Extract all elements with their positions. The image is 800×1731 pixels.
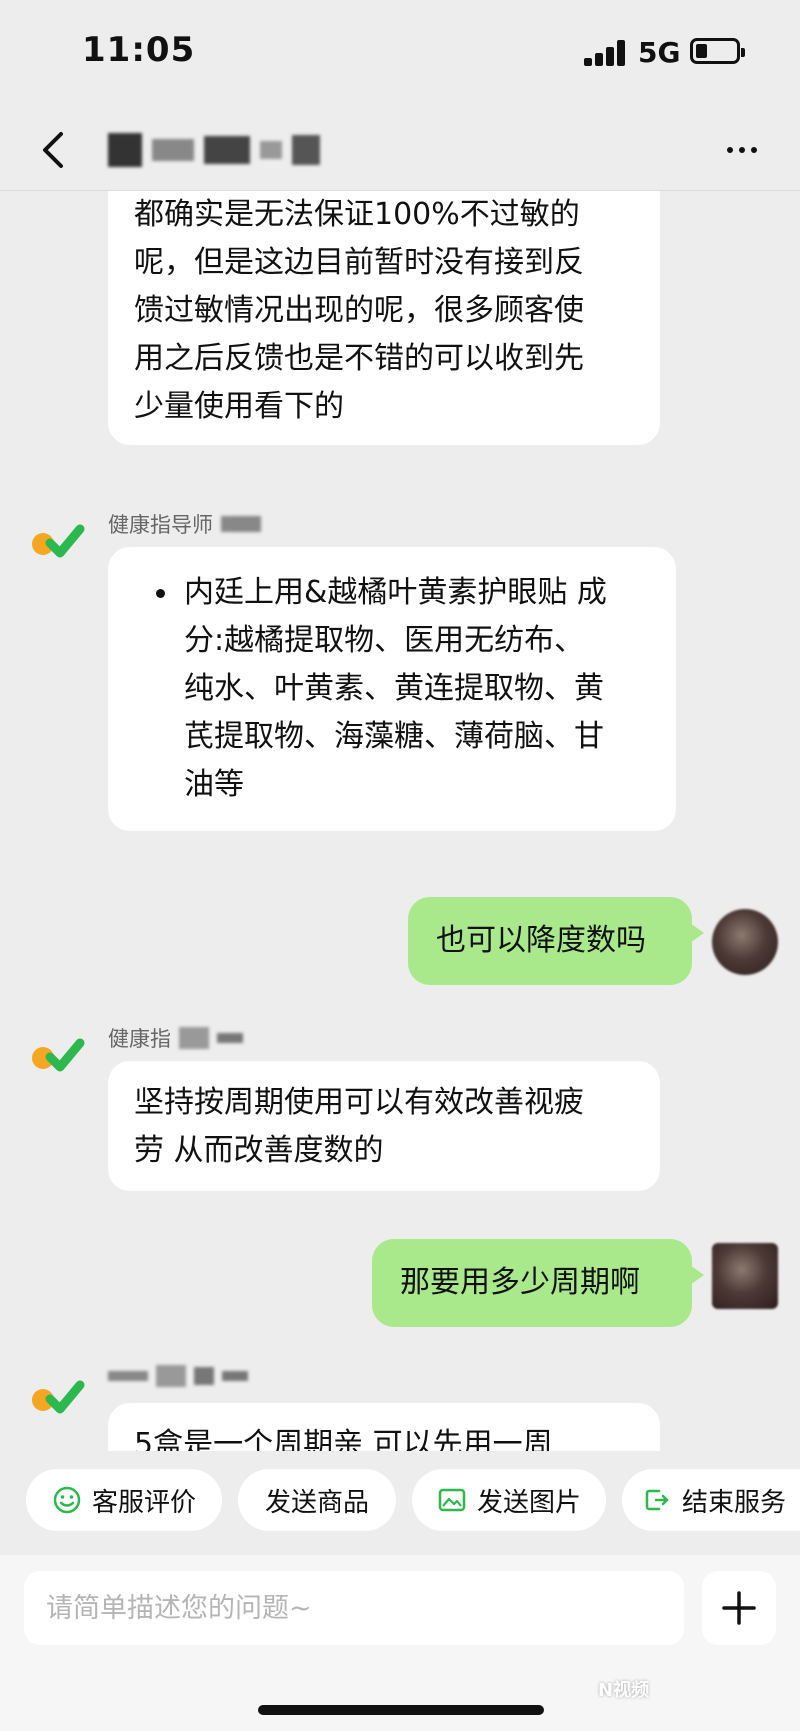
quick-action-bar: 客服评价 发送商品 发送图片 结束服务 (0, 1455, 800, 1555)
user-avatar[interactable] (712, 909, 778, 975)
plus-icon (722, 1591, 756, 1625)
message-line: 劳 从而改善度数的 (134, 1133, 384, 1168)
bot-message-bubble[interactable]: 坚持按周期使用可以有效改善视疲 劳 从而改善度数的 (108, 1061, 660, 1191)
watermark-logo: N视频 (598, 1680, 650, 1701)
message-line: 少量使用看下的 (134, 389, 344, 424)
message-line: 馈过敏情况出现的呢，很多顾客使 (134, 293, 584, 328)
battery-icon (690, 38, 745, 64)
more-dot (727, 147, 733, 153)
end-service-button[interactable]: 结束服务 (622, 1469, 800, 1531)
sender-name-blur (194, 1367, 214, 1385)
message-text: 那要用多少周期啊 (400, 1265, 640, 1300)
quick-action-label: 结束服务 (682, 1487, 787, 1518)
message-line: 5盒是一个周期亲 可以先用一周 (134, 1427, 553, 1451)
sender-name: 健康指 (108, 1023, 243, 1053)
check-logo-icon (45, 1038, 85, 1072)
sender-name-blur (221, 516, 261, 532)
message-input[interactable] (24, 1571, 684, 1645)
message-line: 分:越橘提取物、医用无纺布、 (184, 623, 585, 658)
sender-name-blur (156, 1365, 186, 1387)
bullet-item: 内廷上用&越橘叶黄素护眼贴 成 分:越橘提取物、医用无纺布、 纯水、叶黄素、黄连… (134, 569, 650, 809)
check-logo-icon (45, 524, 85, 558)
message-line: 坚持按周期使用可以有效改善视疲 (134, 1085, 584, 1120)
nav-bar (0, 110, 800, 191)
sender-name-blur (179, 1027, 209, 1049)
back-button[interactable] (28, 120, 78, 180)
bot-message-bubble[interactable]: 内廷上用&越橘叶黄素护眼贴 成 分:越橘提取物、医用无纺布、 纯水、叶黄素、黄连… (108, 547, 676, 831)
sender-name-text: 健康指导师 (108, 513, 213, 537)
status-bar: 11:05 5G (0, 0, 800, 110)
rate-service-button[interactable]: 客服评价 (26, 1469, 222, 1531)
bot-avatar[interactable] (32, 1377, 86, 1417)
user-avatar[interactable] (712, 1243, 778, 1309)
more-dot (751, 147, 757, 153)
message-text: 也可以降度数吗 (436, 923, 646, 958)
more-dot (739, 147, 745, 153)
chat-area[interactable]: 都确实是无法保证100%不过敏的 呢，但是这边目前暂时没有接到反 馈过敏情况出现… (0, 191, 800, 1451)
bot-avatar[interactable] (32, 1035, 86, 1075)
network-type: 5G (638, 36, 681, 69)
chat-title-blurred (108, 130, 320, 170)
battery-level (696, 44, 707, 58)
quick-action-label: 客服评价 (91, 1487, 196, 1518)
home-indicator[interactable] (258, 1705, 544, 1715)
check-logo-icon (45, 1380, 85, 1414)
sender-name-text: 健康指 (108, 1027, 171, 1051)
message-line: 芪提取物、海藻糖、薄荷脑、甘 (184, 719, 604, 754)
message-line: 用之后反馈也是不错的可以收到先 (134, 341, 584, 376)
user-message-bubble[interactable]: 那要用多少周期啊 (372, 1239, 704, 1327)
message-line: 内廷上用&越橘叶黄素护眼贴 成 (184, 575, 607, 610)
quick-action-label: 发送商品 (264, 1487, 369, 1518)
sender-name-blur (217, 1033, 243, 1043)
message-line: 油等 (184, 767, 244, 802)
exit-icon (645, 1489, 669, 1511)
quick-action-label: 发送图片 (476, 1487, 581, 1518)
bot-message-bubble[interactable]: 都确实是无法保证100%不过敏的 呢，但是这边目前暂时没有接到反 馈过敏情况出现… (108, 191, 660, 445)
bullet-list: 内廷上用&越橘叶黄素护眼贴 成 分:越橘提取物、医用无纺布、 纯水、叶黄素、黄连… (134, 569, 650, 809)
user-message-bubble[interactable]: 也可以降度数吗 (408, 897, 704, 985)
bot-message-bubble[interactable]: 5盒是一个周期亲 可以先用一周 (108, 1403, 660, 1451)
signal-icon (584, 40, 628, 66)
add-button[interactable] (702, 1571, 776, 1645)
image-icon (438, 1488, 466, 1512)
bot-avatar[interactable] (32, 521, 86, 561)
more-options-button[interactable] (712, 130, 772, 170)
send-image-button[interactable]: 发送图片 (412, 1469, 606, 1531)
status-time: 11:05 (82, 30, 196, 70)
chevron-left-icon (43, 132, 63, 168)
sender-name-blurred (108, 1365, 248, 1387)
sender-name-blur (108, 1371, 148, 1381)
message-line: 纯水、叶黄素、黄连提取物、黄 (184, 671, 604, 706)
message-line: 都确实是无法保证100%不过敏的 (134, 197, 580, 232)
send-product-button[interactable]: 发送商品 (238, 1469, 396, 1531)
sender-name-blur (222, 1371, 248, 1381)
sender-name: 健康指导师 (108, 509, 261, 539)
smiley-icon (53, 1486, 81, 1514)
message-line: 呢，但是这边目前暂时没有接到反 (134, 245, 584, 280)
